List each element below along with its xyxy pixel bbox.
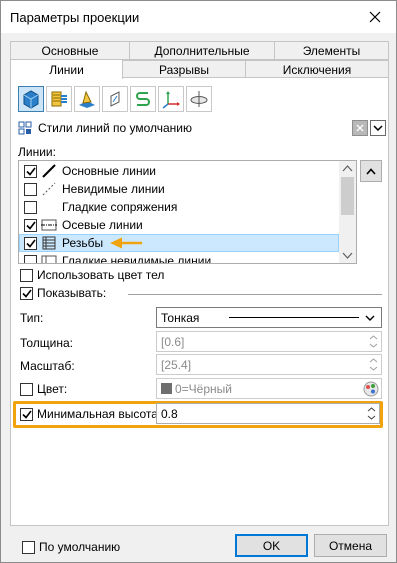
spinner-icon [369, 335, 378, 348]
thread-icon [42, 236, 56, 250]
line-style-selector[interactable]: Стили линий по умолчанию [18, 119, 351, 137]
spinner-icon [369, 358, 378, 371]
min-height-field[interactable]: 0.8 [156, 403, 380, 424]
dashed-line-icon [42, 182, 56, 196]
centerline-icon [41, 219, 57, 231]
tool-button-ellipse[interactable] [186, 86, 212, 112]
default-checkbox[interactable]: По умолчанию [22, 540, 120, 554]
plane-icon [110, 91, 120, 107]
clear-style-button[interactable] [352, 120, 368, 136]
check-icon [21, 289, 32, 298]
color-checkbox[interactable]: Цвет: [20, 382, 67, 396]
section-icon [79, 90, 95, 108]
list-item[interactable]: Гладкие сопряжения [19, 198, 339, 216]
separator [128, 294, 382, 295]
tool-button-axes[interactable] [158, 86, 184, 112]
checkbox[interactable] [20, 286, 33, 300]
use-body-color-checkbox[interactable]: Использовать цвет тел [20, 268, 164, 282]
tool-button-curve[interactable] [130, 86, 156, 112]
checkbox[interactable] [20, 268, 33, 282]
checkbox[interactable] [24, 236, 37, 250]
chevron-down-icon [365, 315, 375, 321]
list-item[interactable]: Невидимые линии [19, 180, 339, 198]
checkbox[interactable] [20, 407, 33, 421]
list-item-selected[interactable]: Резьбы [19, 234, 339, 252]
tab-elements[interactable]: Элементы [274, 41, 389, 60]
close-icon [369, 11, 381, 23]
color-swatch [161, 383, 172, 394]
scroll-down-icon [342, 252, 353, 259]
axes-icon [162, 91, 180, 109]
tool-button-cube[interactable] [18, 86, 44, 112]
tool-button-hatch[interactable] [46, 86, 72, 112]
close-button[interactable] [354, 1, 396, 33]
tab-lines[interactable]: Линии [10, 59, 123, 79]
window-title: Параметры проекции [10, 9, 140, 25]
list-item[interactable]: Осевые линии [19, 216, 339, 234]
thickness-field[interactable]: [0.6] [156, 331, 382, 352]
checkbox[interactable] [24, 254, 37, 263]
line-type-select[interactable]: Тонкая [156, 307, 382, 328]
check-icon [21, 410, 32, 419]
type-label: Тип: [20, 311, 44, 325]
checkbox[interactable] [20, 382, 33, 396]
spinner-icon [367, 407, 376, 420]
line-type-preview [229, 317, 359, 318]
line-style-value: Стили линий по умолчанию [38, 121, 193, 135]
lines-list[interactable]: Основные линии Невидимые линии Гладкие с… [18, 160, 357, 264]
arrow-left-icon [110, 237, 143, 249]
checkbox[interactable] [24, 218, 37, 232]
hatch-icon [51, 91, 67, 107]
scroll-up-icon [342, 165, 353, 172]
list-item[interactable]: Основные линии [19, 162, 339, 180]
scroll-thumb[interactable] [341, 177, 354, 215]
ellipse-icon [190, 91, 208, 107]
color-field[interactable]: 0=Чёрный [156, 378, 382, 399]
check-icon [25, 221, 36, 230]
cube-icon [23, 90, 39, 109]
tab-additional[interactable]: Дополнительные [129, 41, 275, 60]
list-item[interactable]: Гладкие невидимые линии [19, 252, 339, 263]
checkbox[interactable] [22, 540, 35, 554]
show-checkbox[interactable]: Показывать: [20, 286, 106, 300]
chevron-up-icon [366, 167, 376, 175]
checkbox[interactable] [24, 164, 37, 178]
scale-field[interactable]: [25.4] [156, 354, 382, 375]
tool-button-plane[interactable] [102, 86, 128, 112]
lines-label: Линии: [18, 145, 56, 159]
tool-button-section[interactable] [74, 86, 100, 112]
tab-basic[interactable]: Основные [10, 41, 130, 60]
curve-icon [136, 92, 150, 106]
thickness-label: Толщина: [20, 336, 74, 350]
palette-icon [363, 381, 379, 397]
min-height-checkbox[interactable]: Минимальная высота: [20, 407, 161, 421]
scale-label: Масштаб: [20, 359, 75, 373]
check-icon [25, 239, 36, 248]
lines-tab-panel: Стили линий по умолчанию Линии: Основные… [10, 77, 389, 526]
style-dropdown-button[interactable] [370, 120, 386, 136]
thick-line-icon [42, 164, 56, 178]
title-bar: Параметры проекции [1, 1, 396, 33]
close-icon [356, 124, 364, 132]
check-icon [25, 167, 36, 176]
list-scrollbar[interactable] [339, 161, 356, 263]
move-up-button[interactable] [360, 160, 382, 182]
projection-settings-dialog: Параметры проекции Основные Дополнительн… [0, 0, 397, 563]
ok-button[interactable]: OK [235, 534, 308, 557]
checkbox[interactable] [24, 182, 37, 196]
cancel-button[interactable]: Отмена [314, 534, 387, 557]
checkbox[interactable] [24, 200, 37, 214]
hidden-smooth-icon [41, 255, 57, 263]
chevron-down-icon [373, 125, 383, 131]
style-grid-icon [18, 121, 32, 135]
